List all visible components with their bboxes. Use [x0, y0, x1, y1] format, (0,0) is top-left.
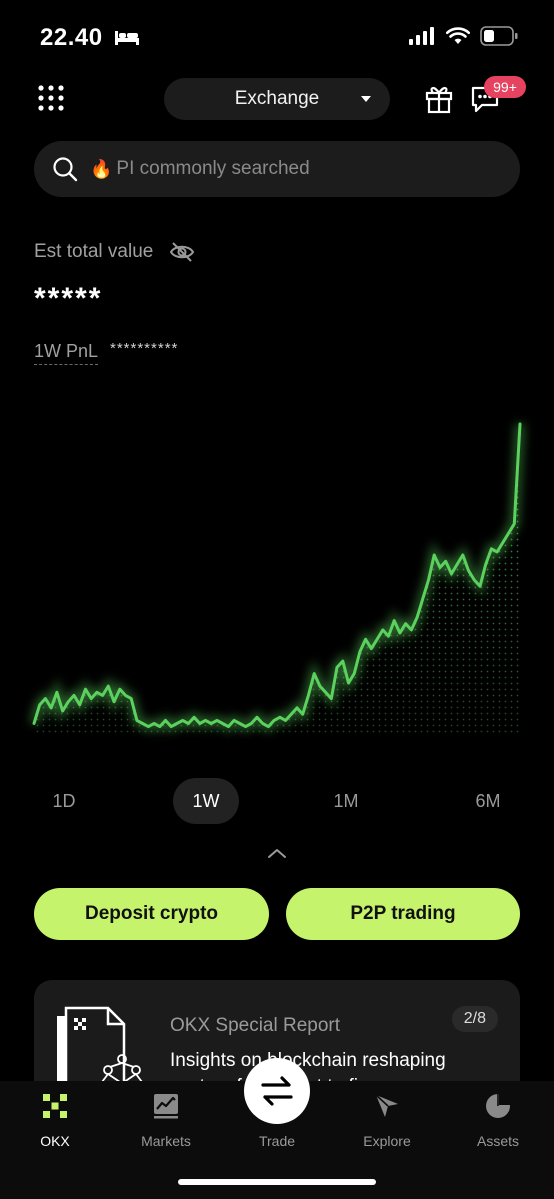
deposit-crypto-button[interactable]: Deposit crypto: [34, 888, 269, 940]
battery-icon: [480, 26, 518, 46]
markets-chart-icon: [154, 1094, 178, 1119]
home-indicator: [178, 1179, 376, 1185]
report-title: OKX Special Report: [170, 1015, 341, 1036]
search-bar[interactable]: 🔥 PI commonly searched: [34, 141, 520, 197]
bed-icon: [115, 31, 139, 45]
range-tab-1d[interactable]: 1D: [34, 778, 94, 824]
nav-label-trade: Trade: [258, 1133, 296, 1149]
nav-label-markets: Markets: [141, 1133, 191, 1149]
top-nav: Exchange: [0, 78, 554, 122]
signal-icon: [409, 27, 434, 45]
range-tab-1m[interactable]: 1M: [316, 778, 376, 824]
est-total-value: *****: [34, 282, 103, 315]
notification-badge: 99+: [484, 76, 526, 98]
exchange-selector[interactable]: Exchange: [164, 78, 390, 120]
nav-label-okx: OKX: [40, 1133, 70, 1149]
nav-okx[interactable]: OKX: [5, 1081, 105, 1161]
exchange-label: Exchange: [234, 88, 320, 109]
caret-down-icon: [361, 96, 371, 102]
trade-swap-icon: [261, 1076, 293, 1106]
range-tab-6m[interactable]: 6M: [458, 778, 518, 824]
trade-button[interactable]: [244, 1058, 310, 1124]
search-placeholder: PI commonly searched: [116, 158, 310, 179]
est-total-label: Est total value: [34, 241, 154, 262]
assets-pie-icon: [486, 1093, 511, 1118]
okx-logo-icon: [43, 1094, 67, 1118]
nav-markets[interactable]: Markets: [116, 1081, 216, 1161]
range-tabs: 1D 1W 1M 6M: [0, 778, 554, 824]
fire-icon: 🔥: [90, 158, 113, 179]
wifi-icon: [446, 27, 470, 44]
pnl-label[interactable]: 1W PnL: [34, 341, 99, 365]
status-bar: 22.40: [0, 0, 554, 76]
p2p-trading-button[interactable]: P2P trading: [286, 888, 520, 940]
portfolio-chart[interactable]: [0, 400, 554, 750]
explore-compass-icon: [375, 1094, 398, 1117]
range-tab-1w[interactable]: 1W: [173, 778, 239, 824]
nav-assets[interactable]: Assets: [448, 1081, 548, 1161]
status-icons: [408, 26, 518, 46]
chevron-up-icon[interactable]: [266, 846, 288, 860]
nav-label-explore: Explore: [363, 1133, 411, 1149]
apps-grid-icon[interactable]: [37, 84, 65, 112]
status-time: 22.40: [40, 24, 103, 51]
nav-label-assets: Assets: [476, 1133, 519, 1149]
eye-off-icon[interactable]: [169, 240, 195, 264]
report-page-indicator: 2/8: [451, 1006, 498, 1032]
pnl-value: **********: [110, 340, 179, 357]
nav-explore[interactable]: Explore: [337, 1081, 437, 1161]
search-icon: [53, 157, 78, 182]
gift-icon[interactable]: [424, 82, 454, 114]
